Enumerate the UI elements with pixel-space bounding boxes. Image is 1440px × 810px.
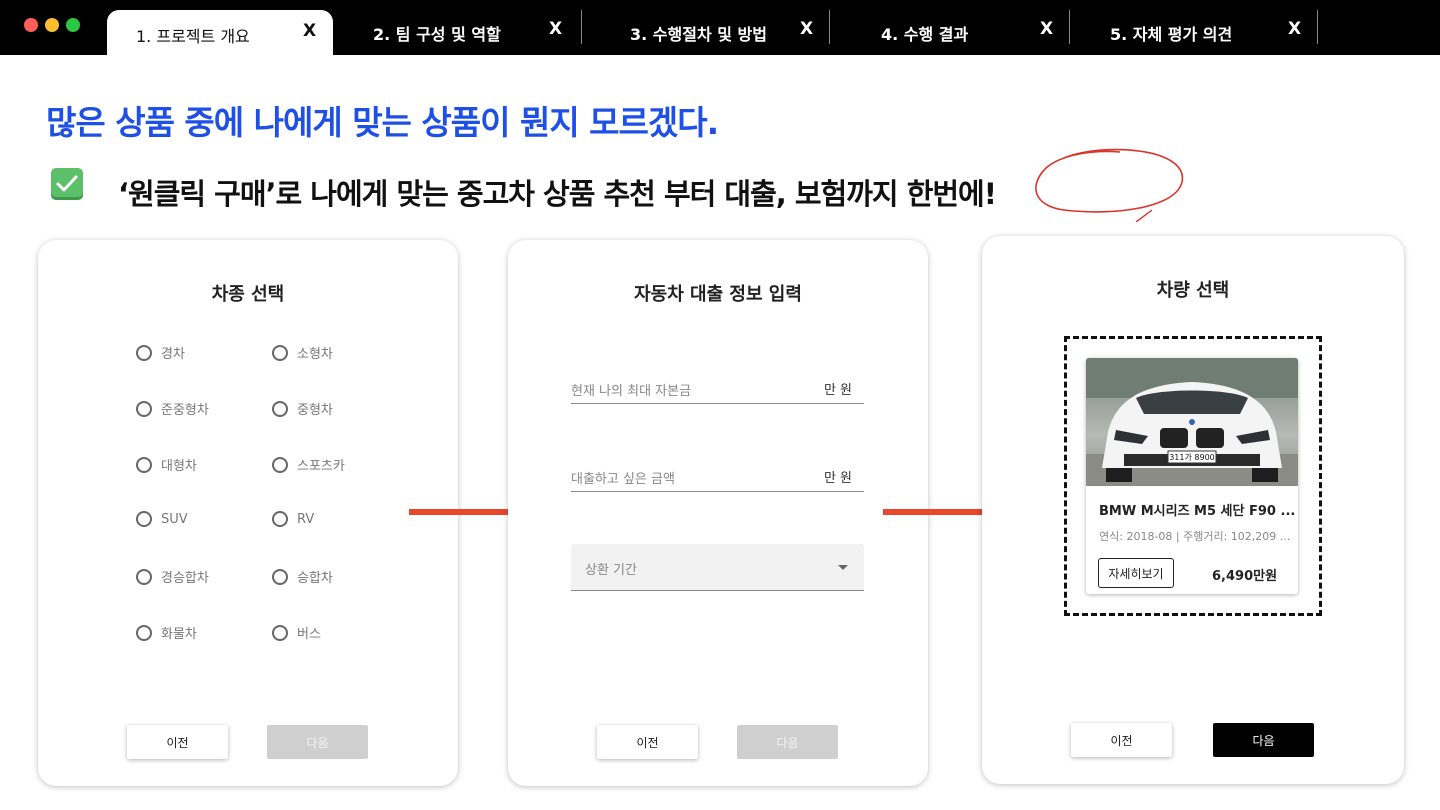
- radio-icon: [272, 511, 288, 527]
- maximize-window-button[interactable]: [66, 18, 80, 32]
- minimize-window-button[interactable]: [45, 18, 59, 32]
- page-subheadline: ‘원클릭 구매’로 나에게 맞는 중고차 상품 추천 부터 대출, 보험까지 한…: [118, 177, 997, 211]
- radio-icon: [136, 511, 152, 527]
- car-price: 6,490만원: [1212, 569, 1278, 584]
- tab-results[interactable]: 4. 수행 결과 X: [830, 10, 1070, 55]
- radio-icon: [136, 456, 152, 473]
- radio-icon: [272, 456, 288, 473]
- tab-close-icon[interactable]: X: [800, 19, 813, 39]
- tab-team[interactable]: 2. 팀 구성 및 역할 X: [333, 10, 581, 55]
- radio-bus[interactable]: 버스: [272, 623, 321, 642]
- radio-light-van[interactable]: 경승합차: [136, 567, 209, 586]
- next-button[interactable]: 다음: [1213, 723, 1314, 757]
- card-title: 자동차 대출 정보 입력: [634, 284, 802, 305]
- radio-rv[interactable]: RV: [272, 511, 314, 527]
- tab-close-icon[interactable]: X: [1288, 19, 1301, 39]
- close-window-button[interactable]: [24, 18, 38, 32]
- card-title: 차량 선택: [1156, 280, 1230, 301]
- tab-self-evaluation[interactable]: 5. 자체 평가 의견 X: [1070, 10, 1318, 55]
- tab-process[interactable]: 3. 수행절차 및 방법 X: [582, 10, 830, 55]
- radio-small-car[interactable]: 소형차: [272, 343, 333, 362]
- view-details-button[interactable]: 자세히보기: [1098, 558, 1174, 588]
- radio-icon: [136, 624, 152, 641]
- radio-van[interactable]: 승합차: [272, 567, 333, 586]
- radio-light-car[interactable]: 경차: [136, 343, 185, 362]
- radio-icon: [136, 344, 152, 361]
- prev-button[interactable]: 이전: [127, 725, 228, 759]
- loan-amount-input[interactable]: 대출하고 싶은 금액 만 원: [571, 462, 864, 492]
- car-listing-card[interactable]: 311가 8900 BMW M시리즈 M5 세단 F90 ... 연식: 201…: [1086, 358, 1298, 594]
- radio-midsize-car[interactable]: 중형차: [272, 399, 333, 418]
- title-bar: 1. 프로젝트 개요 X 2. 팀 구성 및 역할 X 3. 수행절차 및 방법…: [0, 0, 1440, 55]
- vehicle-type-card: 차종 선택 경차 소형차 준중형차 중형차 대형차 스포츠카 SUV RV 경승…: [38, 240, 458, 786]
- checkbox-checked-icon: [51, 168, 83, 200]
- caret-down-icon: [838, 565, 848, 570]
- repayment-term-select[interactable]: 상환 기간: [571, 544, 864, 591]
- card-title: 차종 선택: [211, 284, 285, 305]
- radio-icon: [272, 400, 288, 417]
- next-button[interactable]: 다음: [267, 725, 368, 759]
- tab-close-icon[interactable]: X: [303, 21, 316, 41]
- car-name: BMW M시리즈 M5 세단 F90 ...: [1099, 504, 1296, 519]
- tab-close-icon[interactable]: X: [549, 19, 562, 39]
- car-photo: 311가 8900: [1086, 358, 1298, 486]
- tab-close-icon[interactable]: X: [1040, 19, 1053, 39]
- radio-truck[interactable]: 화물차: [136, 623, 197, 642]
- radio-compact-car[interactable]: 준중형차: [136, 399, 209, 418]
- radio-large-car[interactable]: 대형차: [136, 455, 197, 474]
- radio-icon: [272, 568, 288, 585]
- tab-divider: [1317, 10, 1318, 44]
- radio-icon: [136, 400, 152, 417]
- loan-info-card: 자동차 대출 정보 입력 현재 나의 최대 자본금 만 원 대출하고 싶은 금액…: [508, 240, 928, 786]
- radio-icon: [272, 344, 288, 361]
- tab-project-overview[interactable]: 1. 프로젝트 개요 X: [107, 10, 333, 55]
- prev-button[interactable]: 이전: [597, 725, 698, 759]
- license-plate: 311가 8900: [1169, 453, 1215, 462]
- hand-drawn-circle-icon: [1035, 148, 1183, 222]
- radio-icon: [136, 568, 152, 585]
- car-meta: 연식: 2018-08 | 주행거리: 102,209 ...: [1099, 530, 1291, 543]
- prev-button[interactable]: 이전: [1071, 723, 1172, 757]
- next-button[interactable]: 다음: [737, 725, 838, 759]
- page-headline: 많은 상품 중에 나에게 맞는 상품이 뭔지 모르겠다.: [46, 103, 719, 142]
- vehicle-select-card: 차량 선택 311가 8900 BMW M시리즈 M5 세단 F90 ... 연…: [982, 236, 1404, 784]
- radio-icon: [272, 624, 288, 641]
- radio-sports-car[interactable]: 스포츠카: [272, 455, 345, 474]
- radio-suv[interactable]: SUV: [136, 511, 188, 527]
- max-capital-input[interactable]: 현재 나의 최대 자본금 만 원: [571, 374, 864, 404]
